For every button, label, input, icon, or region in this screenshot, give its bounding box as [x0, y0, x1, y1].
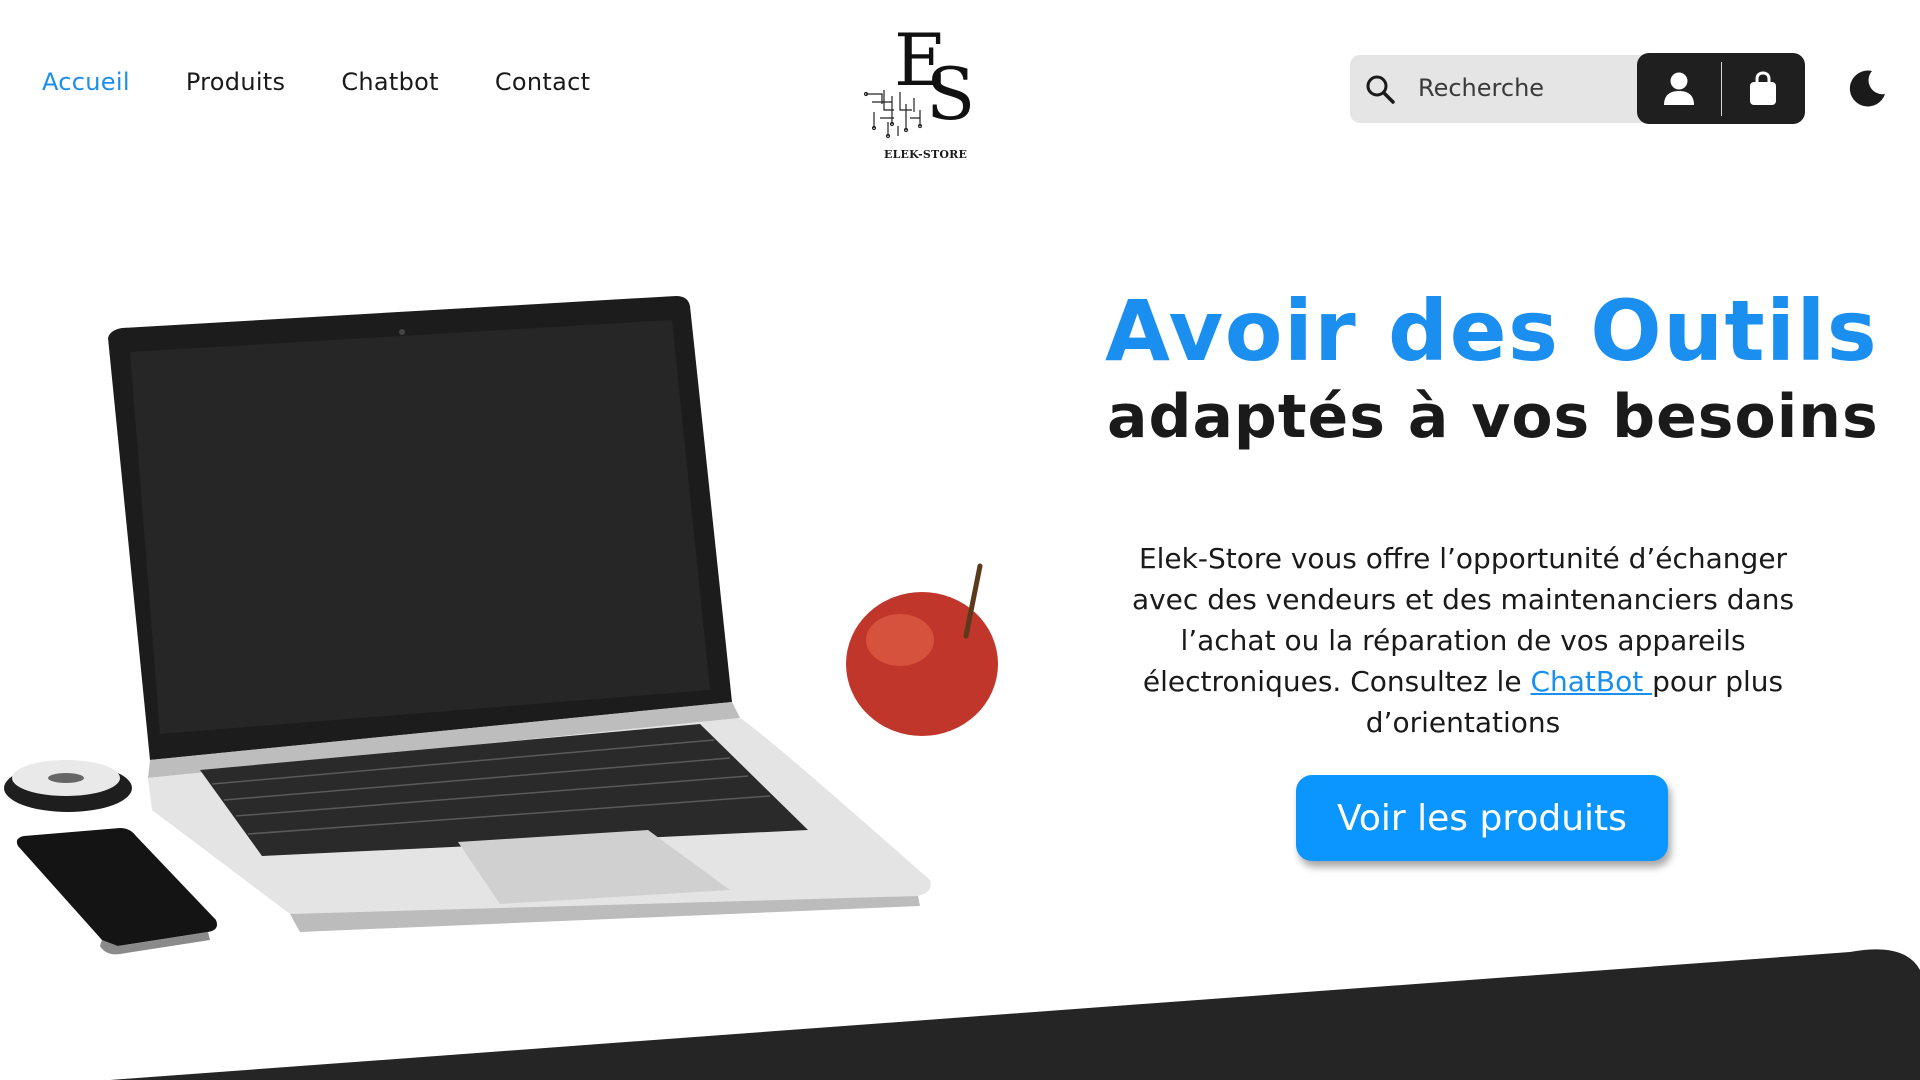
brand-logo[interactable]: E S ELEK-STORE	[862, 18, 976, 162]
nav-item-produits[interactable]: Produits	[186, 68, 286, 96]
nav-item-accueil[interactable]: Accueil	[42, 68, 130, 96]
bottom-dark-band	[110, 949, 1920, 1080]
search-bar	[1350, 55, 1650, 123]
account-button[interactable]	[1637, 53, 1721, 124]
logo-letter-s: S	[926, 52, 976, 136]
moon-icon[interactable]	[1848, 68, 1888, 108]
main-nav: Accueil Produits Chatbot Contact	[42, 68, 646, 96]
shopping-bag-icon	[1750, 70, 1777, 105]
view-products-button[interactable]: Voir les produits	[1296, 775, 1668, 861]
logo-brand-name: ELEK-STORE	[884, 148, 968, 161]
chatbot-link[interactable]: ChatBot	[1530, 665, 1652, 698]
hero-title-line1: Avoir des Outils	[1105, 282, 1879, 380]
nav-item-chatbot[interactable]: Chatbot	[341, 68, 439, 96]
nav-item-contact[interactable]: Contact	[495, 68, 590, 96]
hero-description: Elek-Store vous offre l’opportunité d’éc…	[1108, 538, 1818, 743]
account-cart-group	[1637, 53, 1805, 124]
cart-button[interactable]	[1722, 53, 1806, 124]
user-icon	[1663, 72, 1694, 105]
search-icon[interactable]	[1364, 73, 1396, 105]
laptop-illustration	[4, 296, 998, 955]
hero-title-line2: adaptés à vos besoins	[1107, 382, 1879, 452]
search-input[interactable]	[1416, 73, 1640, 103]
